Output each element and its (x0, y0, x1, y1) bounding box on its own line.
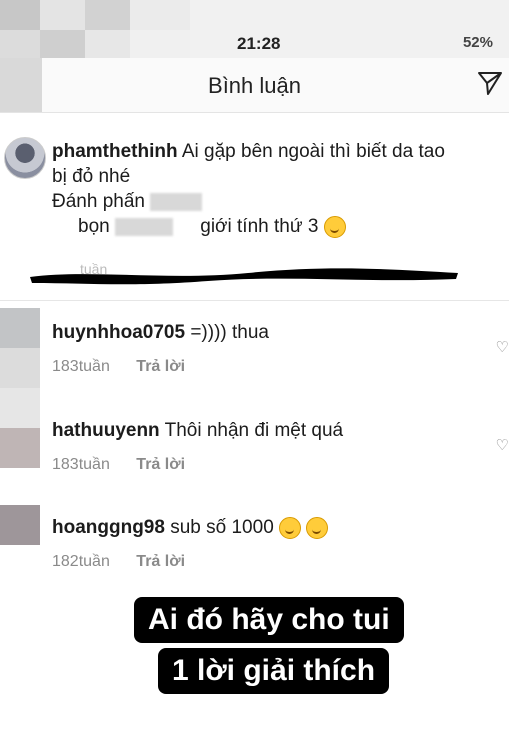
heart-icon[interactable]: ♡ (496, 338, 509, 356)
comment-time: 183tuần (52, 358, 110, 375)
comment-item: hoanggng98 sub số 1000 182tuần Trả lời (0, 505, 509, 595)
comment-text: huynhhoa0705 =)))) thua (52, 322, 269, 344)
avatar-pixel (0, 348, 40, 388)
status-bar: 21:28 52% (0, 0, 509, 58)
comment-item: huynhhoa0705 =)))) thua 183tuần Trả lời … (0, 308, 509, 388)
avatar[interactable] (4, 137, 46, 179)
caption-username[interactable]: phamthethinh (52, 141, 178, 162)
avatar[interactable] (0, 505, 40, 545)
comment-meta: 182tuần Trả lời (52, 553, 185, 571)
smiling-emoji-icon (323, 215, 346, 238)
post-caption: phamthethinh Ai gặp bên ngoài thì biết d… (0, 113, 509, 301)
smiley-emoji-icon (279, 517, 302, 539)
header-bar: Bình luận (0, 58, 509, 113)
caption-line1: Ai gặp bên ngoài thì biết da tao (181, 141, 445, 162)
avatar[interactable] (0, 428, 40, 468)
caption-text: phamthethinh Ai gặp bên ngoài thì biết d… (52, 139, 509, 239)
comment-body: Thôi nhận đi mệt quá (164, 420, 344, 441)
scribble-redaction (30, 268, 458, 285)
comment-item: hathuuyenn Thôi nhận đi mệt quá 183tuần … (0, 388, 509, 478)
status-time: 21:28 (237, 34, 281, 53)
reply-button[interactable]: Trả lời (136, 553, 185, 570)
comment-meta: 183tuần Trả lời (52, 456, 185, 474)
heart-icon[interactable]: ♡ (496, 436, 509, 454)
caption-line3: Đánh phấn (52, 191, 145, 212)
send-icon[interactable] (477, 70, 503, 96)
comment-time: 182tuần (52, 553, 110, 570)
comment-meta: 183tuần Trả lời (52, 358, 185, 376)
overlay-caption-line1: Ai đó hãy cho tui (134, 597, 404, 643)
comment-body: sub số 1000 (170, 517, 274, 539)
comment-body: =)))) thua (190, 322, 269, 343)
comment-username[interactable]: hoanggng98 (52, 517, 165, 538)
redacted-text (150, 192, 203, 211)
caption-line4-prefix: bọn (78, 216, 110, 237)
comment-username[interactable]: hathuuyenn (52, 420, 160, 441)
comment-time: 183tuần (52, 456, 110, 473)
comment-text: hathuuyenn Thôi nhận đi mệt quá (52, 420, 343, 442)
reply-button[interactable]: Trả lời (136, 456, 185, 473)
comment-text: hoanggng98 sub số 1000 (52, 517, 329, 539)
reply-button[interactable]: Trả lời (136, 358, 185, 375)
avatar-pixel (0, 388, 40, 428)
caption-line4-suffix: giới tính thứ 3 (200, 216, 319, 237)
pixelated-area (0, 0, 200, 58)
battery-level: 52% (462, 34, 493, 51)
overlay-caption-line2: 1 lời giải thích (158, 648, 390, 694)
avatar[interactable] (0, 308, 40, 348)
smiley-emoji-icon (306, 517, 329, 539)
caption-line2: bị đỏ nhé (52, 166, 131, 187)
comment-username[interactable]: huynhhoa0705 (52, 322, 185, 343)
page-title: Bình luận (208, 73, 301, 98)
redacted-text (114, 217, 173, 236)
